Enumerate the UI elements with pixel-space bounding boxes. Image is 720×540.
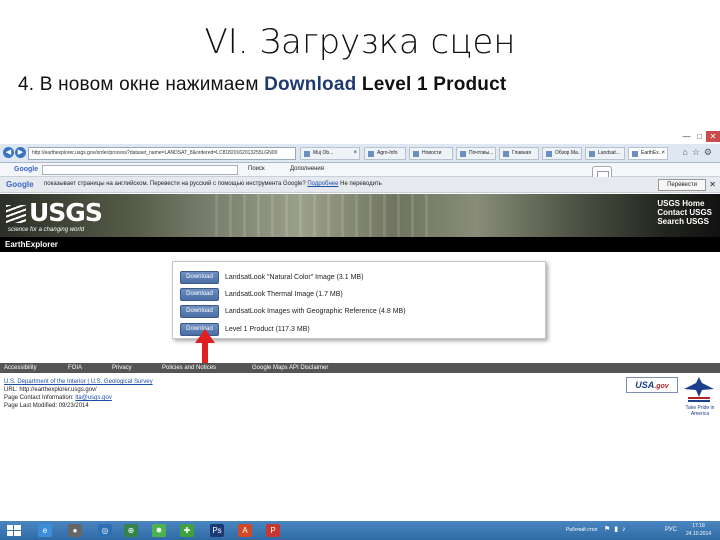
google-toolbar-logo: Google — [14, 166, 39, 173]
download-button[interactable]: Download — [180, 271, 219, 284]
take-pride-label: Take Pride in America — [685, 405, 715, 417]
star-icon[interactable]: ☆ — [692, 147, 704, 157]
subtitle-prefix: 4. В новом окне нажимаем — [18, 74, 265, 95]
close-icon[interactable]: ✕ — [706, 131, 720, 142]
footer-info: U.S. Department of the Interior | U.S. G… — [4, 378, 153, 410]
windows-taskbar: e ● ◎ ⊕ ✸ ✚ Ps A P Рабочий стол ⚑▮♪ РУС … — [0, 521, 720, 540]
translate-bar: Google показывает страницы на английском… — [0, 177, 720, 193]
app-icon[interactable]: ● — [68, 524, 82, 537]
network-app-icon[interactable]: ✚ — [180, 524, 194, 537]
translate-message: показывает страницы на английском. Перев… — [44, 181, 306, 187]
download-row: Download Level 1 Product (117.3 MB) — [180, 323, 540, 336]
search-usgs-link[interactable]: Search USGS — [657, 217, 712, 226]
powerpoint-icon[interactable]: P — [266, 524, 280, 537]
download-button[interactable]: Download — [180, 305, 219, 318]
slide-title: VI. Загрузка сцен — [204, 22, 516, 62]
translate-button[interactable]: Перевести — [658, 179, 706, 191]
browser-tab-bar: ◀ ▶ http://earthexplorer.usgs.gov/order/… — [0, 144, 720, 163]
tab-1[interactable]: Muj Ob... × — [300, 147, 360, 160]
tab-5[interactable]: Главная — [499, 147, 539, 160]
download-label: LandsatLook "Natural Color" Image (3.1 M… — [225, 274, 364, 281]
tab-4[interactable]: Почтовы... — [456, 147, 496, 160]
footer-accessibility-link[interactable]: Accessibility — [4, 363, 37, 373]
download-label: Level 1 Product (117.3 MB) — [225, 326, 310, 333]
flag-icon[interactable]: ⚑ — [604, 526, 614, 533]
download-button[interactable]: Download — [180, 288, 219, 301]
translate-close-icon[interactable]: ✕ — [709, 177, 716, 192]
url-label: URL: — [4, 387, 18, 393]
toolbar-search-item[interactable]: Поиск — [248, 163, 265, 176]
acrobat-icon[interactable]: A — [238, 524, 252, 537]
footer-foia-link[interactable]: FOIA — [68, 363, 82, 373]
download-label: LandsatLook Images with Geographic Refer… — [225, 308, 406, 315]
desktop-toolbar-label[interactable]: Рабочий стол — [566, 527, 597, 533]
department-link[interactable]: U.S. Department of the Interior | U.S. G… — [4, 378, 153, 386]
language-indicator[interactable]: РУС — [665, 527, 677, 533]
download-label: LandsatLook Thermal Image (1.7 MB) — [225, 291, 343, 298]
windows-start-icon[interactable] — [3, 524, 25, 537]
tab-3[interactable]: Новости — [409, 147, 453, 160]
usgs-header-links: USGS Home Contact USGS Search USGS — [657, 199, 712, 226]
tab-2[interactable]: Agro-Info — [364, 147, 406, 160]
download-row: Download LandsatLook Thermal Image (1.7 … — [180, 288, 540, 301]
forward-icon[interactable]: ▶ — [15, 147, 26, 158]
tab-7[interactable]: Landsat... — [585, 147, 625, 160]
internet-explorer-icon[interactable]: e — [38, 524, 52, 537]
url-value: http://earthexplorer.usgs.gov/ — [19, 387, 97, 393]
signal-icon[interactable]: ▮ — [614, 526, 622, 533]
app-title: EarthExplorer — [0, 237, 720, 252]
usgs-logo[interactable]: USGS — [6, 198, 103, 227]
usgs-tagline: science for a changing world — [8, 227, 85, 233]
contact-usgs-link[interactable]: Contact USGS — [657, 208, 712, 217]
address-bar[interactable]: http://earthexplorer.usgs.gov/order/proc… — [28, 147, 296, 160]
last-modified: Page Last Modified: 09/23/2014 — [4, 403, 89, 409]
translate-more-link[interactable]: Подробнее — [307, 181, 338, 187]
volume-icon[interactable]: ♪ — [622, 526, 630, 533]
minimize-icon[interactable]: — — [680, 131, 693, 142]
window-controls: — □ ✕ — [680, 131, 720, 143]
qgis-icon[interactable]: ◎ — [98, 524, 112, 537]
usgs-banner: USGS science for a changing world USGS H… — [0, 194, 720, 237]
footer-nav: Accessibility FOIA Privacy Policies and … — [0, 363, 720, 373]
tab-6[interactable]: Обзор Ма... — [542, 147, 582, 160]
contact-email-link[interactable]: lta@usgs.gov — [75, 395, 111, 401]
tray-icons: ⚑▮♪ — [604, 525, 630, 533]
take-pride-eagle-icon[interactable] — [682, 375, 716, 405]
slide-subtitle: 4. В новом окне нажимаем Download Level … — [18, 74, 506, 96]
download-options-panel: Download LandsatLook "Natural Color" Ima… — [172, 261, 546, 339]
clock[interactable]: 17:18 24.10.2014 — [686, 522, 711, 538]
toolbar-addons-item[interactable]: Дополнения — [290, 163, 324, 176]
download-row: Download LandsatLook Images with Geograp… — [180, 305, 540, 318]
google-toolbar: Google Поиск Дополнения — [0, 163, 720, 177]
browser-toolbar-icons: ⌂☆⚙ — [682, 147, 716, 158]
maximize-icon[interactable]: □ — [693, 131, 706, 142]
utility-icon[interactable]: ✸ — [152, 524, 166, 537]
translate-bar-logo: Google — [6, 180, 34, 189]
photoshop-icon[interactable]: Ps — [210, 524, 224, 537]
download-row: Download LandsatLook "Natural Color" Ima… — [180, 271, 540, 284]
subtitle-suffix: Level 1 Product — [356, 74, 507, 95]
contact-label: Page Contact Information: — [4, 395, 74, 401]
subtitle-highlight: Download — [264, 74, 357, 95]
browser-screenshot: — □ ✕ ◀ ▶ http://earthexplorer.usgs.gov/… — [0, 131, 720, 540]
tab-8-active[interactable]: EarthEx... × — [628, 147, 668, 160]
back-icon[interactable]: ◀ — [3, 147, 14, 158]
usgs-home-link[interactable]: USGS Home — [657, 199, 712, 208]
footer-policies-link[interactable]: Policies and Notices — [162, 363, 216, 373]
google-toolbar-search[interactable] — [42, 165, 238, 175]
translate-no-option[interactable]: Не переводить — [340, 181, 382, 187]
usgs-wave-icon — [6, 205, 26, 223]
settings-icon[interactable]: ⚙ — [704, 147, 716, 157]
map-app-icon[interactable]: ⊕ — [124, 524, 138, 537]
footer-privacy-link[interactable]: Privacy — [112, 363, 132, 373]
usagov-logo[interactable]: USA.gov — [626, 377, 678, 393]
footer-maps-disclaimer-link[interactable]: Google Maps API Disclaimer — [252, 363, 328, 373]
home-icon[interactable]: ⌂ — [682, 147, 691, 157]
